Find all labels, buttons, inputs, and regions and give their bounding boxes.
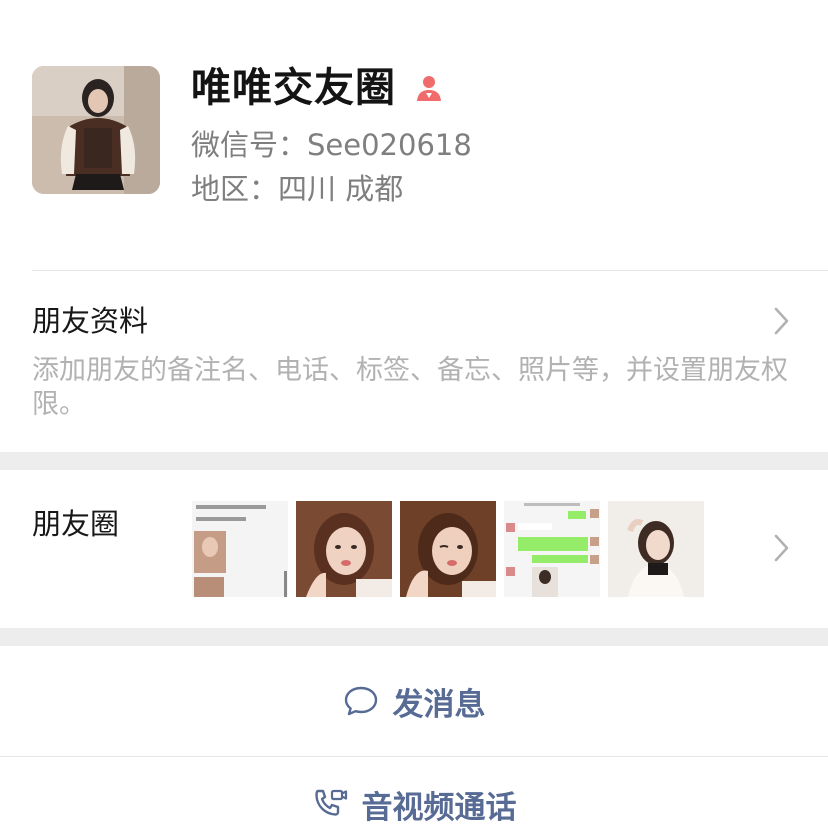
- send-message-label: 发消息: [392, 686, 486, 723]
- phone-video-icon: [314, 789, 347, 816]
- wechat-id: 微信号：See020618: [191, 128, 472, 162]
- moments-thumbnail: [504, 501, 600, 597]
- moments-thumbnail: [400, 501, 496, 597]
- moments-thumbnail: [296, 501, 392, 597]
- moments-title: 朋友圈: [32, 507, 120, 541]
- video-call-label: 音视频通话: [361, 789, 517, 826]
- chevron-right-icon: [774, 307, 789, 335]
- moments-thumbnails: [192, 501, 704, 597]
- friend-profile-title: 朋友资料: [32, 304, 149, 338]
- moments-row[interactable]: 朋友圈: [0, 470, 828, 628]
- profile-header: 唯唯交友圈 微信号：See020618 地区：四川 成都: [0, 0, 828, 270]
- friend-profile-description: 添加朋友的备注名、电话、标签、备忘、照片等，并设置朋友权限。: [32, 355, 788, 420]
- female-icon: [417, 76, 441, 101]
- chat-bubble-icon: [344, 686, 377, 716]
- section-gap: [0, 628, 828, 646]
- moments-thumbnail: [608, 501, 704, 597]
- section-gap: [0, 452, 828, 470]
- profile-name: 唯唯交友圈: [191, 65, 396, 111]
- send-message-button[interactable]: 发消息: [0, 646, 828, 756]
- region: 地区：四川 成都: [191, 172, 404, 206]
- friend-profile-row[interactable]: 朋友资料 添加朋友的备注名、电话、标签、备忘、照片等，并设置朋友权限。: [0, 271, 828, 452]
- name-row: 唯唯交友圈: [191, 62, 444, 114]
- video-call-button[interactable]: 音视频通话: [0, 757, 828, 840]
- chevron-right-icon: [774, 534, 789, 562]
- avatar[interactable]: [32, 66, 160, 194]
- moments-thumbnail: [192, 501, 288, 597]
